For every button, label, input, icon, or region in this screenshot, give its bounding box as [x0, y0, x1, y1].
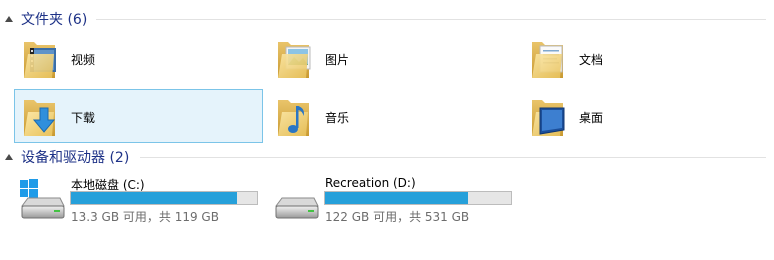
hard-drive-icon	[275, 197, 319, 219]
folder-item-pictures[interactable]: 图片	[268, 31, 517, 85]
system-drive-icon	[20, 179, 65, 219]
video-folder-icon	[24, 42, 56, 78]
collapse-chevron-icon[interactable]	[5, 154, 13, 160]
folder-label: 桌面	[579, 111, 604, 125]
collapse-chevron-icon[interactable]	[5, 16, 13, 22]
pictures-folder-icon	[278, 42, 311, 78]
drive-item-c[interactable]: 本地磁盘 (C:) 13.3 GB 可用，共 119 GB	[18, 176, 268, 226]
group-divider	[96, 19, 766, 20]
folder-label: 视频	[71, 53, 96, 67]
folder-label: 下载	[71, 111, 96, 125]
group-divider	[140, 157, 766, 158]
folder-label: 图片	[325, 53, 350, 67]
devices-group-header[interactable]: 设备和驱动器 (2)	[0, 147, 774, 167]
devices-group-title: 设备和驱动器 (2)	[21, 150, 130, 166]
drive-usage-bar	[70, 191, 258, 205]
drive-name: Recreation (D:)	[325, 176, 416, 190]
drive-space-info: 122 GB 可用，共 531 GB	[325, 210, 470, 224]
drive-space-info: 13.3 GB 可用，共 119 GB	[71, 210, 219, 224]
drive-item-d[interactable]: Recreation (D:) 122 GB 可用，共 531 GB	[272, 176, 522, 226]
folder-item-documents[interactable]: 文档	[522, 31, 771, 85]
folders-group-header[interactable]: 文件夹 (6)	[0, 9, 774, 29]
music-folder-icon	[278, 100, 309, 136]
folders-group-title: 文件夹 (6)	[21, 12, 88, 28]
folder-label: 文档	[579, 53, 604, 67]
folder-item-downloads[interactable]: 下载	[14, 89, 263, 143]
drive-usage-fill	[325, 192, 469, 204]
drive-usage-fill	[71, 192, 237, 204]
documents-folder-icon	[532, 42, 563, 78]
drive-usage-bar	[324, 191, 512, 205]
folder-item-music[interactable]: 音乐	[268, 89, 517, 143]
downloads-folder-icon	[24, 100, 56, 136]
desktop-folder-icon	[532, 100, 565, 136]
folder-item-videos[interactable]: 视频	[14, 31, 263, 85]
folder-item-desktop[interactable]: 桌面	[522, 89, 771, 143]
folder-label: 音乐	[325, 111, 350, 125]
